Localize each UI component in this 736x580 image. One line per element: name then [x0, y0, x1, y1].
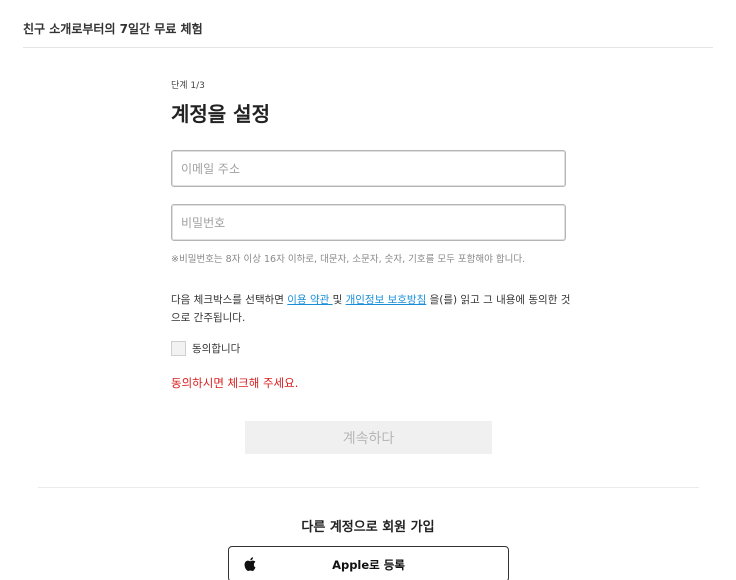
- divider: [38, 487, 699, 488]
- page-title: 계정을 설정: [171, 102, 270, 126]
- step-indicator: 단계 1/3: [171, 81, 205, 91]
- apple-signup-button[interactable]: Apple로 등록: [228, 546, 509, 580]
- continue-button[interactable]: 계속하다: [245, 421, 492, 454]
- agree-checkbox-label[interactable]: 동의합니다: [192, 341, 240, 356]
- agreement-prefix: 다음 체크박스를 선택하면: [171, 294, 288, 306]
- header-title: 친구 소개로부터의 7일간 무료 체험: [23, 22, 203, 36]
- password-hint: ※비밀번호는 8자 이상 16자 이하로, 대문자, 소문자, 숫자, 기호를 …: [171, 254, 526, 265]
- top-header: 친구 소개로부터의 7일간 무료 체험: [23, 18, 713, 48]
- error-message: 동의하시면 체크해 주세요.: [171, 376, 299, 390]
- agree-checkbox-row[interactable]: 동의합니다: [171, 341, 240, 356]
- agreement-middle: 및: [332, 294, 346, 306]
- privacy-policy-link[interactable]: 개인정보 보호방침: [346, 294, 427, 306]
- email-field[interactable]: [171, 150, 566, 187]
- agreement-text: 다음 체크박스를 선택하면 이용 약관 및 개인정보 보호방침 을(를) 읽고 …: [171, 291, 571, 327]
- password-field[interactable]: [171, 204, 566, 241]
- alt-signup-title: 다른 계정으로 회원 가입: [301, 520, 435, 535]
- apple-signup-label: Apple로 등록: [332, 558, 405, 572]
- terms-link[interactable]: 이용 약관: [287, 294, 332, 306]
- agree-checkbox[interactable]: [171, 341, 186, 356]
